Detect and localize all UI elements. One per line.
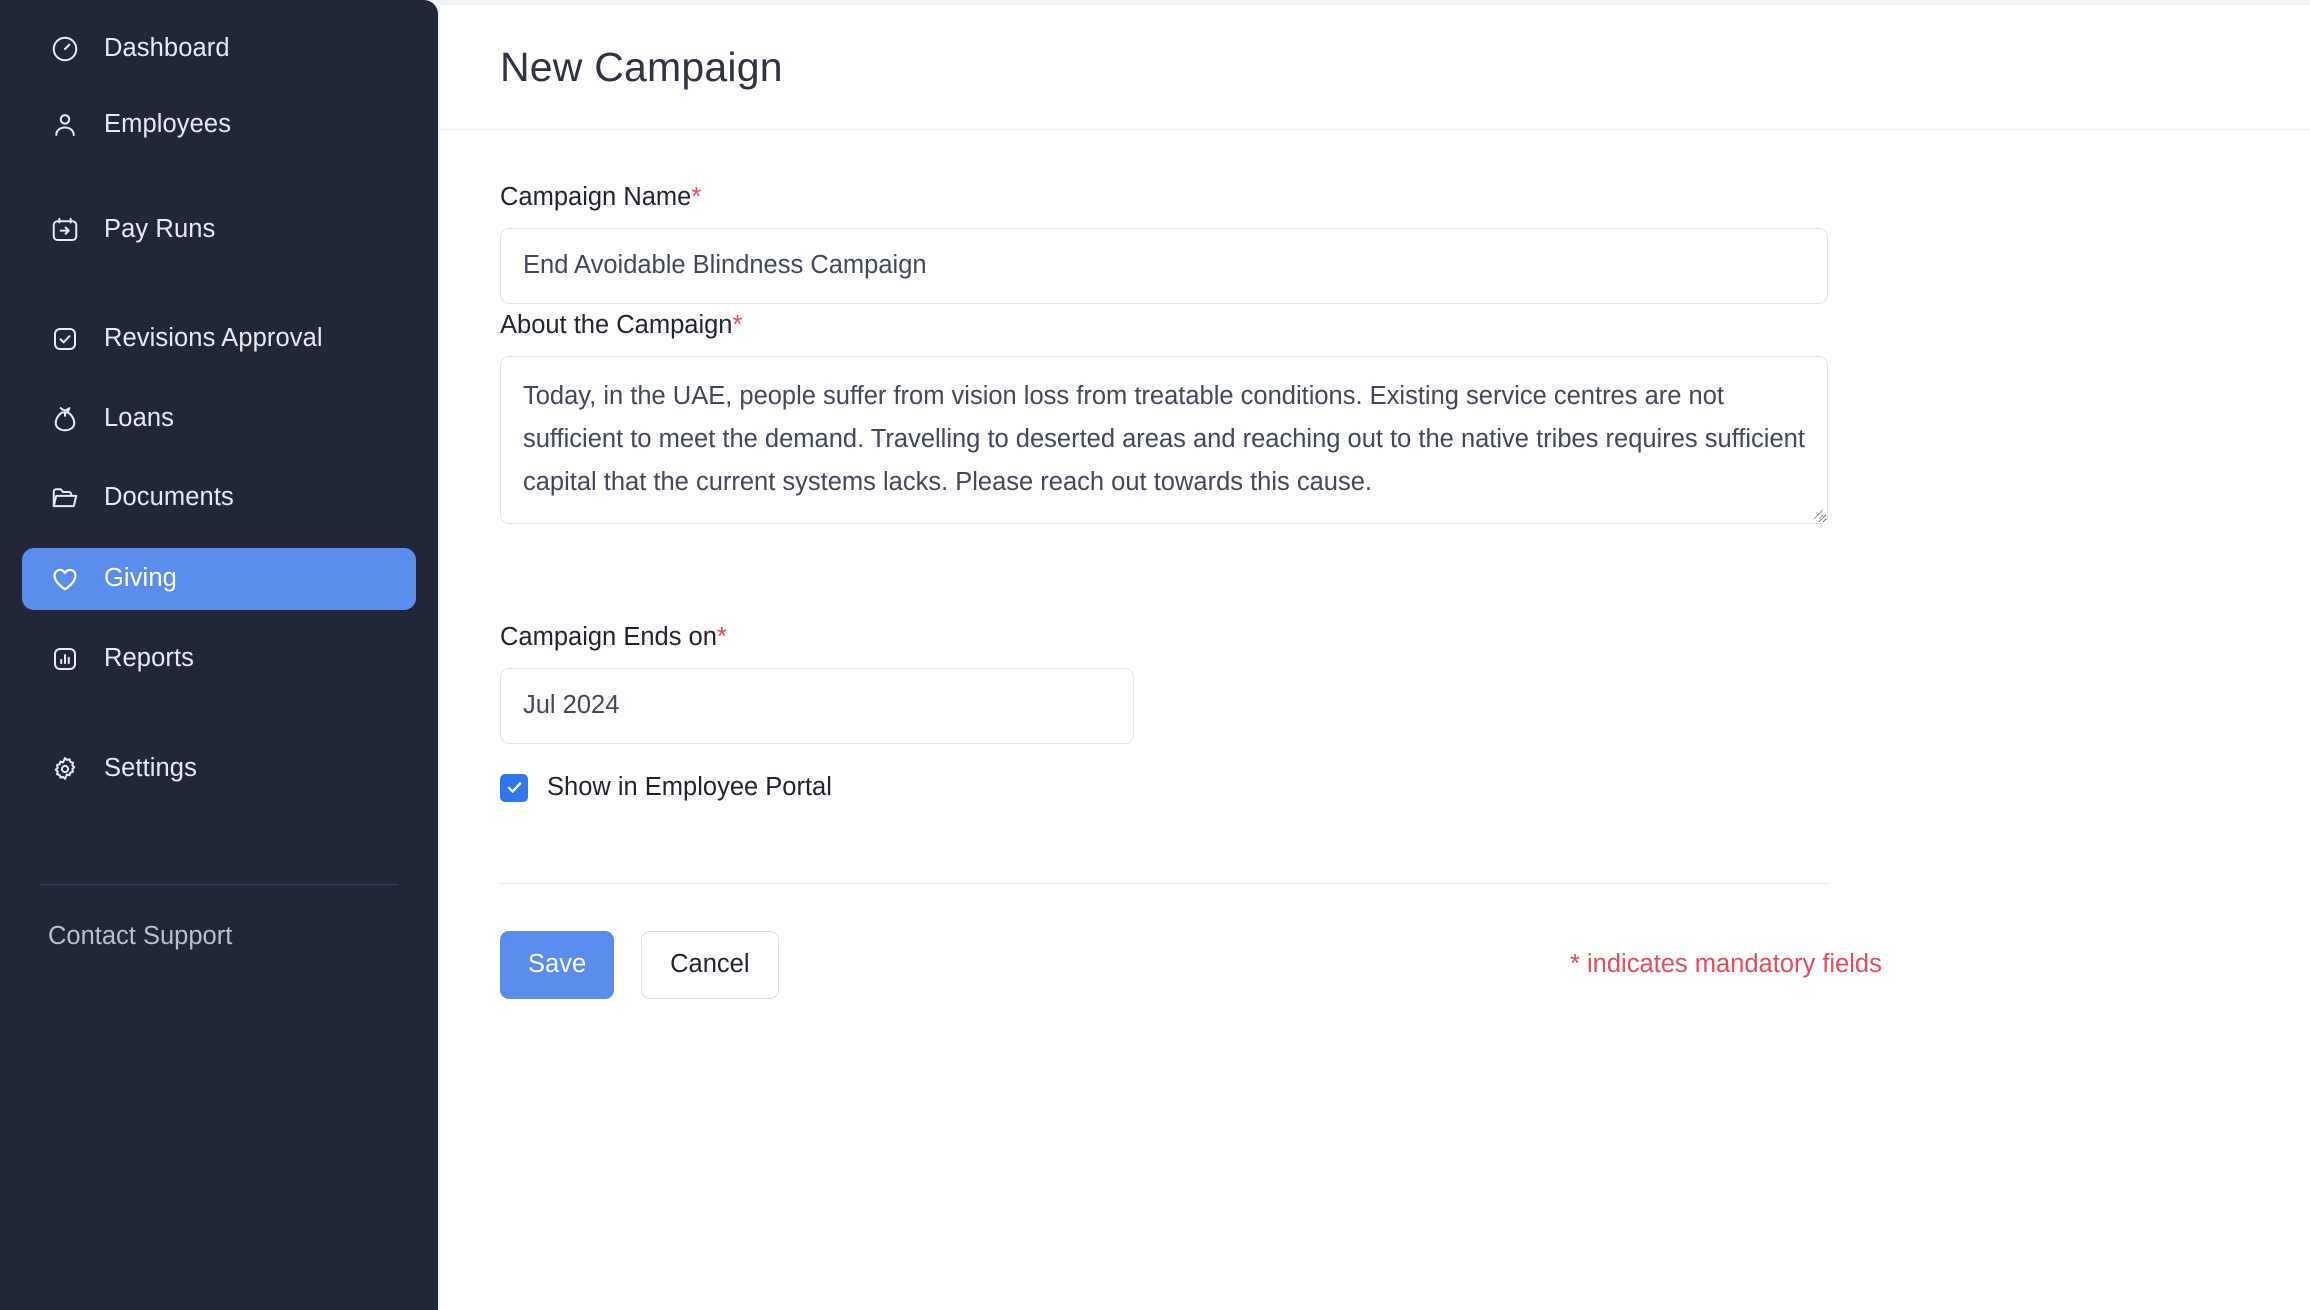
sidebar: Dashboard Employees Pay Runs xyxy=(0,0,438,1310)
campaign-ends-on-input[interactable] xyxy=(500,668,1134,744)
sidebar-item-label: Documents xyxy=(104,485,234,511)
heart-icon xyxy=(48,562,82,596)
sidebar-item-label: Settings xyxy=(104,756,197,782)
calendar-arrow-icon xyxy=(48,213,82,247)
sidebar-item-label: Employees xyxy=(104,112,231,138)
gear-icon xyxy=(48,752,82,786)
folder-icon xyxy=(48,481,82,515)
campaign-ends-label: Campaign Ends on* xyxy=(500,625,1134,651)
mandatory-fields-note: * indicates mandatory fields xyxy=(1570,950,1882,979)
sidebar-item-reports[interactable]: Reports xyxy=(22,628,416,690)
user-icon xyxy=(48,108,82,142)
form-actions: Save Cancel xyxy=(500,931,779,999)
page-header: New Campaign xyxy=(440,5,2310,130)
field-campaign-ends-on: Campaign Ends on* xyxy=(500,625,1134,744)
sidebar-item-label: Giving xyxy=(104,566,177,592)
show-in-portal-row[interactable]: Show in Employee Portal xyxy=(500,773,832,802)
show-in-portal-label: Show in Employee Portal xyxy=(547,773,832,802)
form-divider xyxy=(500,883,1828,884)
required-asterisk: * xyxy=(717,623,727,651)
sidebar-item-employees[interactable]: Employees xyxy=(22,94,416,156)
sidebar-divider xyxy=(40,884,398,885)
campaign-name-input[interactable] xyxy=(500,228,1828,304)
dashboard-gauge-icon xyxy=(48,32,82,66)
sidebar-item-documents[interactable]: Documents xyxy=(22,467,416,529)
about-campaign-label-text: About the Campaign xyxy=(500,311,733,339)
sidebar-item-revisions-approval[interactable]: Revisions Approval xyxy=(22,308,416,370)
about-campaign-wrap: Today, in the UAE, people suffer from vi… xyxy=(500,356,1828,524)
field-about-campaign: About the Campaign* Today, in the UAE, p… xyxy=(500,313,1828,524)
bar-chart-icon xyxy=(48,642,82,676)
sidebar-item-giving[interactable]: Giving xyxy=(22,548,416,610)
sidebar-item-label: Loans xyxy=(104,406,174,432)
save-button[interactable]: Save xyxy=(500,931,614,999)
contact-support-link[interactable]: Contact Support xyxy=(48,922,232,951)
show-in-portal-checkbox[interactable] xyxy=(500,774,528,802)
campaign-name-label: Campaign Name* xyxy=(500,185,1828,211)
sidebar-item-label: Revisions Approval xyxy=(104,326,323,352)
money-bag-icon xyxy=(48,402,82,436)
about-campaign-label: About the Campaign* xyxy=(500,313,1828,339)
field-campaign-name: Campaign Name* xyxy=(500,185,1828,304)
sidebar-item-label: Reports xyxy=(104,646,194,672)
campaign-name-label-text: Campaign Name xyxy=(500,183,691,211)
page-title: New Campaign xyxy=(500,44,783,91)
sidebar-item-dashboard[interactable]: Dashboard xyxy=(22,18,416,80)
sidebar-item-loans[interactable]: Loans xyxy=(22,388,416,450)
cancel-button[interactable]: Cancel xyxy=(641,931,778,999)
sidebar-item-settings[interactable]: Settings xyxy=(22,738,416,800)
sidebar-item-label: Dashboard xyxy=(104,36,230,62)
campaign-ends-label-text: Campaign Ends on xyxy=(500,623,717,651)
about-campaign-textarea[interactable]: Today, in the UAE, people suffer from vi… xyxy=(500,356,1828,524)
sidebar-item-pay-runs[interactable]: Pay Runs xyxy=(22,199,416,261)
check-square-icon xyxy=(48,322,82,356)
required-asterisk: * xyxy=(691,183,701,211)
required-asterisk: * xyxy=(733,311,743,339)
sidebar-item-label: Pay Runs xyxy=(104,217,215,243)
main-content: New Campaign Campaign Name* About the Ca… xyxy=(440,5,2310,1310)
